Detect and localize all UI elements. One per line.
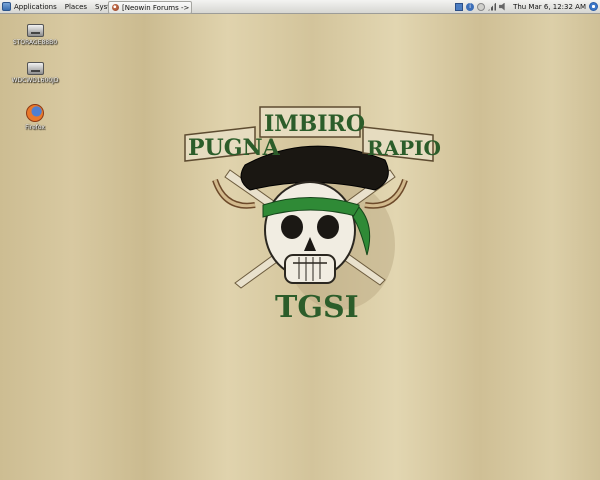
system-tray: i Thu Mar 6, 12:32 AM	[455, 0, 598, 13]
taskbar-window-label: [Neowin Forums -> C...	[122, 3, 191, 12]
display-icon[interactable]	[455, 2, 464, 11]
power-icon[interactable]	[589, 2, 598, 11]
gnome-foot-icon	[2, 2, 11, 11]
desktop-icon-label: WDCWD1600JD	[11, 77, 59, 84]
drive-icon	[26, 62, 44, 75]
desktop-icon-wdc[interactable]: WDCWD1600JD	[10, 62, 60, 84]
desktop-icon-label: Firefox	[25, 124, 45, 131]
places-menu[interactable]: Places	[61, 0, 91, 13]
places-menu-label: Places	[64, 2, 88, 11]
desktop-icon-firefox[interactable]: Firefox	[10, 104, 60, 131]
applications-menu-label: Applications	[14, 2, 57, 11]
desktop-icon-label: STORAGE88B0	[12, 39, 58, 46]
info-icon[interactable]: i	[466, 2, 475, 11]
top-panel: Applications Places System [Neowin Forum…	[0, 0, 600, 14]
keyring-icon[interactable]	[477, 2, 486, 11]
volume-icon[interactable]	[499, 2, 505, 11]
banner-left-text: PUGNA	[188, 135, 281, 161]
clock[interactable]: Thu Mar 6, 12:32 AM	[513, 3, 586, 11]
browser-window-icon	[112, 4, 119, 11]
drive-icon	[26, 24, 44, 37]
network-signal-icon[interactable]	[488, 2, 497, 11]
wallpaper-emblem: PUGNA IMBIRO RAPIO TGSI	[184, 106, 441, 325]
desktop-icon-storage[interactable]: STORAGE88B0	[10, 24, 60, 46]
firefox-icon	[26, 104, 44, 122]
banner-center-text: IMBIRO	[264, 111, 365, 137]
emblem-title: TGSI	[275, 290, 359, 325]
taskbar-window-button[interactable]: [Neowin Forums -> C...	[108, 1, 192, 14]
applications-menu[interactable]: Applications	[0, 0, 61, 13]
banner-right-text: RAPIO	[367, 136, 441, 160]
